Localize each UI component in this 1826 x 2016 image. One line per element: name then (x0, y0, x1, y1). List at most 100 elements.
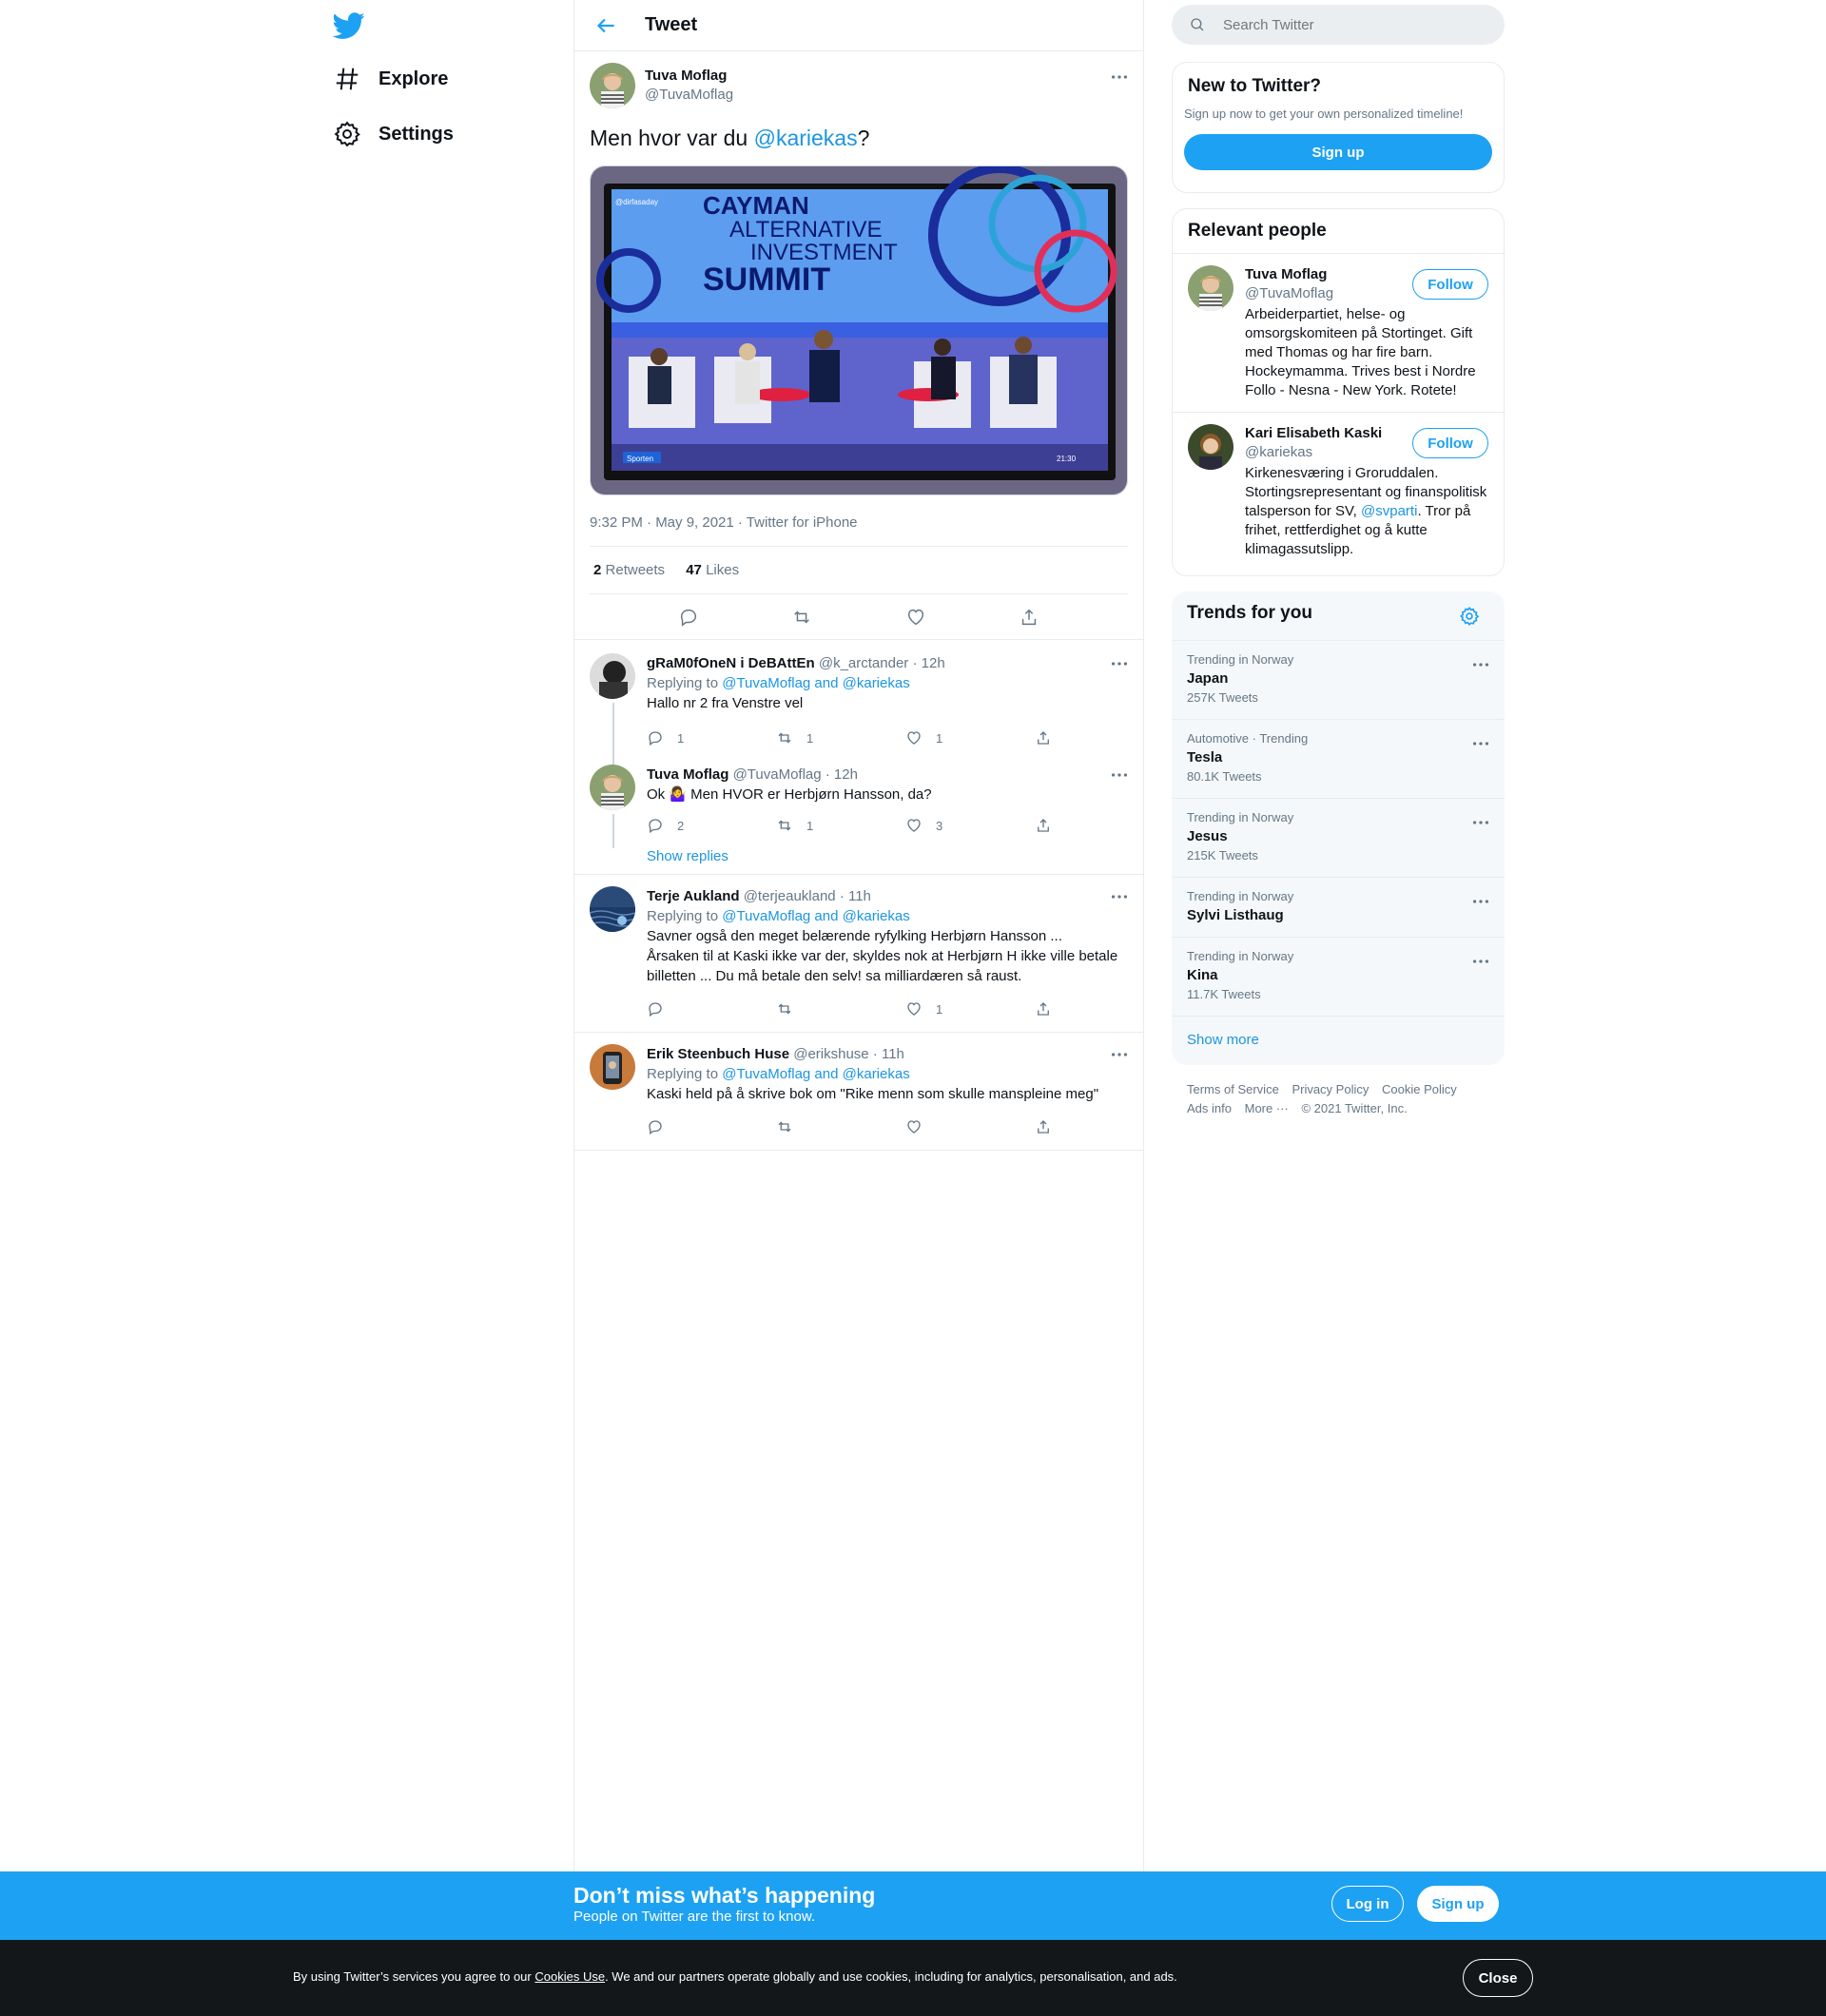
avatar[interactable] (1188, 424, 1234, 470)
share-button[interactable] (1035, 817, 1164, 834)
media-time: 21:30 (1057, 455, 1077, 463)
reply-button[interactable]: 1 (647, 728, 776, 748)
avatar[interactable] (590, 653, 635, 699)
trend-item[interactable]: Trending in Norway Sylvi Listhaug (1172, 877, 1505, 937)
nav-settings-label: Settings (379, 123, 454, 145)
reply-tweet[interactable]: gRaM0fOneN i DeBAttEn @k_arctander · 12h… (574, 640, 1143, 767)
media-corner-text: @dirfasaday (615, 198, 658, 206)
terms-link[interactable]: Terms of Service (1187, 1082, 1279, 1096)
like-button[interactable]: 3 (905, 816, 1035, 836)
more-link[interactable]: More ··· (1245, 1101, 1289, 1115)
like-button[interactable]: 1 (905, 728, 1035, 748)
more-icon[interactable] (1109, 67, 1130, 87)
relevant-people-card: Relevant people Tuva Moflag @TuvaMoflag … (1172, 208, 1505, 576)
retweet-button[interactable]: 1 (776, 816, 905, 836)
author-handle[interactable]: @TuvaMoflag (645, 86, 733, 105)
replying-to-links[interactable]: @TuvaMoflag and @kariekas (722, 675, 909, 691)
trend-name: Kina (1187, 967, 1218, 983)
reply-author-name[interactable]: Terje Aukland (647, 888, 740, 904)
reply-tweet[interactable]: Terje Aukland @terjeaukland · 11h Replyi… (574, 875, 1143, 1032)
reply-author-name[interactable]: Erik Steenbuch Huse (647, 1046, 789, 1062)
reply-button[interactable]: 2 (647, 816, 776, 836)
retweets-stat[interactable]: 2 Retweets (593, 562, 665, 578)
retweet-button[interactable] (776, 1000, 905, 1018)
banner-title: Don’t miss what’s happening (573, 1883, 876, 1908)
retweet-icon[interactable] (791, 607, 812, 628)
avatar[interactable] (590, 1044, 635, 1090)
more-icon[interactable] (1109, 886, 1130, 907)
sign-up-button[interactable]: Sign up (1184, 134, 1492, 170)
tweet-text-suffix: ? (857, 126, 870, 150)
cookie-banner: By using Twitter’s services you agree to… (0, 1940, 1826, 2016)
cookie-text: By using Twitter’s services you agree to… (293, 1969, 1177, 1984)
log-in-button[interactable]: Log in (1331, 1886, 1404, 1922)
more-icon[interactable] (1470, 891, 1491, 912)
trend-item[interactable]: Trending in Norway Jesus 215K Tweets (1172, 798, 1505, 877)
trend-item[interactable]: Automotive · Trending Tesla 80.1K Tweets (1172, 719, 1505, 798)
reply-button[interactable] (647, 1000, 776, 1018)
nav-settings[interactable]: Settings (333, 110, 454, 158)
share-icon[interactable] (1019, 607, 1039, 628)
reply-count: 2 (677, 818, 685, 833)
retweet-button[interactable]: 1 (776, 728, 905, 748)
follow-button[interactable]: Follow (1412, 269, 1488, 300)
privacy-link[interactable]: Privacy Policy (1292, 1082, 1369, 1096)
show-more-link[interactable]: Show more (1187, 1032, 1259, 1048)
like-icon[interactable] (905, 607, 926, 628)
close-button[interactable]: Close (1463, 1959, 1533, 1997)
reply-author-name[interactable]: Tuva Moflag (647, 766, 728, 783)
tweet-photo[interactable]: @dirfasaday CAYMAN ALTERNATIVE INVESTMEN… (590, 165, 1128, 495)
bio-mention-link[interactable]: @svparti (1361, 503, 1417, 519)
replying-to-links[interactable]: @TuvaMoflag and @kariekas (722, 1066, 909, 1082)
share-button[interactable] (1035, 1000, 1164, 1018)
cookie-link[interactable]: Cookie Policy (1382, 1082, 1457, 1096)
settings-gear-icon[interactable] (1459, 606, 1480, 627)
share-button[interactable] (1035, 1118, 1164, 1135)
reply-tweet[interactable]: Tuva Moflag @TuvaMoflag · 12h Ok 🤷‍♀️ Me… (574, 751, 1143, 874)
banner-sign-up-button[interactable]: Sign up (1417, 1886, 1499, 1922)
reply-author-name[interactable]: gRaM0fOneN i DeBAttEn (647, 655, 815, 671)
more-icon[interactable] (1470, 654, 1491, 675)
likes-stat[interactable]: 47 Likes (686, 562, 739, 578)
more-icon[interactable] (1470, 951, 1491, 972)
retweet-button[interactable] (776, 1118, 905, 1135)
follow-button[interactable]: Follow (1412, 428, 1488, 458)
replying-to-links[interactable]: @TuvaMoflag and @kariekas (722, 908, 909, 924)
new-to-twitter-title: New to Twitter? (1188, 76, 1322, 96)
avatar[interactable] (590, 765, 635, 810)
twitter-logo-icon[interactable] (333, 10, 365, 42)
more-icon[interactable] (1109, 653, 1130, 674)
gear-icon (334, 121, 360, 147)
avatar[interactable] (1188, 265, 1234, 311)
show-replies-link[interactable]: Show replies (647, 848, 728, 864)
reply-button[interactable] (647, 1118, 776, 1135)
cookies-use-link[interactable]: Cookies Use (534, 1969, 605, 1984)
author-name[interactable]: Tuva Moflag (645, 67, 733, 86)
person-item[interactable]: Kari Elisabeth Kaski @kariekas Kirkenesv… (1173, 412, 1504, 571)
more-icon[interactable] (1109, 765, 1130, 785)
avatar[interactable] (590, 63, 635, 108)
reply-icon[interactable] (678, 607, 699, 628)
more-icon[interactable] (1470, 733, 1491, 754)
back-arrow-icon[interactable] (593, 13, 618, 38)
search-bar[interactable] (1172, 5, 1505, 45)
more-icon[interactable] (1470, 812, 1491, 833)
like-button[interactable] (905, 1118, 1035, 1135)
trend-item[interactable]: Trending in Norway Kina 11.7K Tweets (1172, 937, 1505, 1016)
more-icon[interactable] (1109, 1044, 1130, 1065)
like-button[interactable]: 1 (905, 999, 1035, 1019)
reply-meta: @TuvaMoflag · 12h (732, 766, 858, 783)
share-button[interactable] (1035, 729, 1164, 746)
tweet-timestamp[interactable]: 9:32 PM · May 9, 2021 · Twitter for iPho… (590, 514, 1128, 547)
person-item[interactable]: Tuva Moflag @TuvaMoflag Arbeiderpartiet,… (1173, 253, 1504, 412)
search-input[interactable] (1223, 16, 1470, 33)
nav-explore[interactable]: Explore (333, 55, 448, 103)
avatar[interactable] (590, 886, 635, 932)
new-to-twitter-card: New to Twitter? Sign up now to get your … (1172, 62, 1505, 193)
trends-card: Trends for you Trending in Norway Japan … (1172, 591, 1505, 1065)
reply-tweet[interactable]: Erik Steenbuch Huse @erikshuse · 11h Rep… (574, 1033, 1143, 1150)
trend-item[interactable]: Trending in Norway Japan 257K Tweets (1172, 640, 1505, 719)
ads-info-link[interactable]: Ads info (1187, 1101, 1232, 1115)
main-column: Tweet Tuva Moflag @TuvaMoflag Men hvor v… (573, 0, 1144, 1871)
mention-link[interactable]: @kariekas (754, 126, 858, 150)
